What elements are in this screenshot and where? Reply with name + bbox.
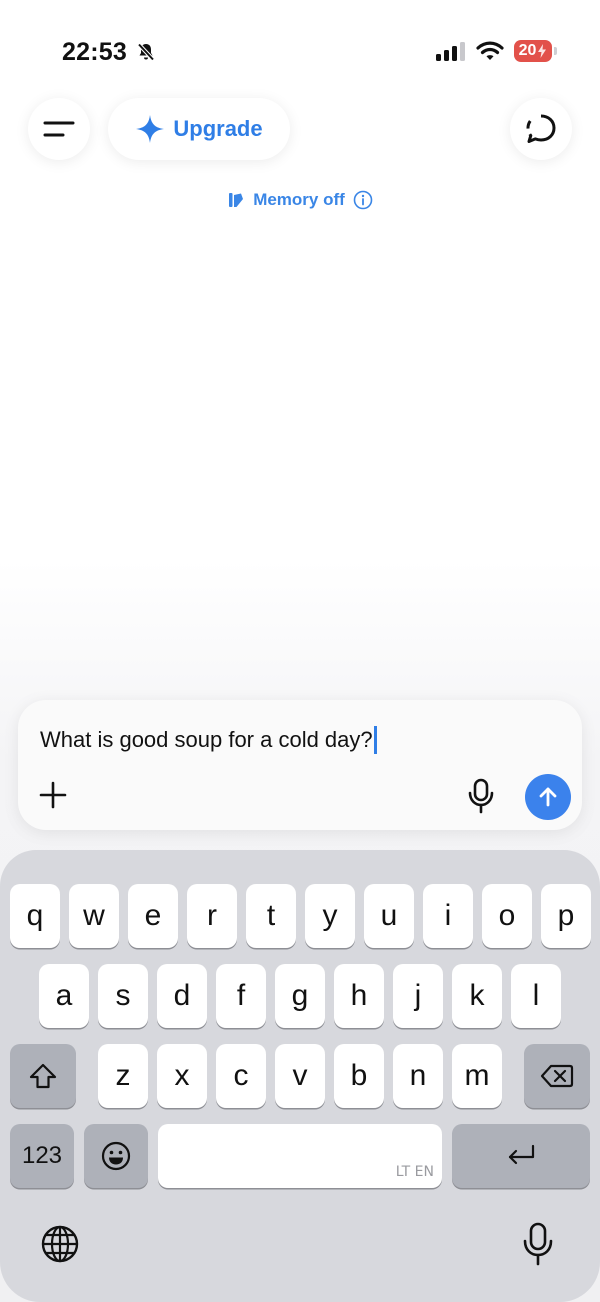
- memory-status[interactable]: Memory off: [0, 190, 600, 210]
- sparkle-icon: [136, 115, 165, 143]
- shift-icon: [29, 1063, 57, 1089]
- key-k[interactable]: k: [452, 964, 502, 1028]
- upgrade-button[interactable]: Upgrade: [108, 98, 290, 160]
- battery-indicator: 20: [514, 40, 557, 62]
- message-input[interactable]: What is good soup for a cold day?: [40, 726, 377, 754]
- language-switch-button[interactable]: [40, 1224, 80, 1269]
- return-icon: [508, 1144, 535, 1165]
- text-cursor: [373, 726, 377, 754]
- key-v[interactable]: v: [275, 1044, 325, 1108]
- space-language-label: LT EN: [395, 1164, 434, 1180]
- key-l[interactable]: l: [511, 964, 561, 1028]
- add-attachment-button[interactable]: [36, 778, 70, 812]
- shift-key[interactable]: [10, 1044, 76, 1108]
- send-button[interactable]: [525, 774, 571, 820]
- cellular-signal-icon: [436, 42, 465, 61]
- dictation-button[interactable]: [522, 1222, 554, 1271]
- key-w[interactable]: w: [69, 884, 119, 948]
- key-m[interactable]: m: [452, 1044, 502, 1108]
- wifi-icon: [476, 41, 504, 60]
- key-f[interactable]: f: [216, 964, 266, 1028]
- key-a[interactable]: a: [39, 964, 89, 1028]
- message-input-text: What is good soup for a cold day?: [40, 727, 373, 752]
- key-n[interactable]: n: [393, 1044, 443, 1108]
- microphone-icon: [523, 1222, 553, 1266]
- chat-bubble-icon: [526, 114, 556, 143]
- numbers-key[interactable]: 123: [10, 1124, 74, 1188]
- status-time-text: 22:53: [62, 38, 127, 66]
- key-r[interactable]: r: [187, 884, 237, 948]
- microphone-icon: [468, 778, 494, 814]
- key-b[interactable]: b: [334, 1044, 384, 1108]
- key-s[interactable]: s: [98, 964, 148, 1028]
- key-x[interactable]: x: [157, 1044, 207, 1108]
- status-bar-indicators: 20: [436, 40, 557, 62]
- key-p[interactable]: p: [541, 884, 591, 948]
- delete-key[interactable]: [524, 1044, 590, 1108]
- silent-mode-icon: [137, 43, 155, 61]
- keyboard-row-4: 123 LT EN: [0, 1124, 600, 1188]
- on-screen-keyboard: q w e r t y u i o p a s d f g h j k l z …: [0, 850, 600, 1302]
- key-u[interactable]: u: [364, 884, 414, 948]
- key-e[interactable]: e: [128, 884, 178, 948]
- emoji-key[interactable]: [84, 1124, 148, 1188]
- battery-level: 20: [518, 42, 537, 59]
- new-chat-button[interactable]: [510, 98, 572, 160]
- key-c[interactable]: c: [216, 1044, 266, 1108]
- status-bar-time: 22:53: [62, 38, 156, 67]
- key-h[interactable]: h: [334, 964, 384, 1028]
- key-y[interactable]: y: [305, 884, 355, 948]
- memory-label: Memory off: [253, 190, 345, 209]
- charging-bolt-icon: [538, 44, 547, 58]
- globe-icon: [41, 1225, 79, 1263]
- key-q[interactable]: q: [10, 884, 60, 948]
- return-key[interactable]: [452, 1124, 590, 1188]
- arrow-up-icon: [539, 787, 557, 807]
- key-j[interactable]: j: [393, 964, 443, 1028]
- sidebar-menu-button[interactable]: [28, 98, 90, 160]
- message-composer[interactable]: What is good soup for a cold day?: [18, 700, 582, 830]
- key-g[interactable]: g: [275, 964, 325, 1028]
- voice-input-button[interactable]: [466, 778, 496, 814]
- space-key[interactable]: LT EN: [158, 1124, 442, 1188]
- key-d[interactable]: d: [157, 964, 207, 1028]
- emoji-icon: [101, 1141, 131, 1171]
- key-i[interactable]: i: [423, 884, 473, 948]
- key-z[interactable]: z: [98, 1044, 148, 1108]
- plus-icon: [39, 781, 67, 809]
- info-icon[interactable]: [353, 190, 373, 210]
- key-t[interactable]: t: [246, 884, 296, 948]
- key-o[interactable]: o: [482, 884, 532, 948]
- backspace-icon: [540, 1064, 574, 1088]
- memory-icon: [229, 193, 244, 207]
- keyboard-row-3: z x c v b n m: [0, 1044, 600, 1108]
- keyboard-row-2: a s d f g h j k l: [0, 964, 600, 1028]
- menu-icon: [43, 121, 75, 137]
- keyboard-row-1: q w e r t y u i o p: [0, 884, 600, 948]
- upgrade-label: Upgrade: [173, 116, 263, 141]
